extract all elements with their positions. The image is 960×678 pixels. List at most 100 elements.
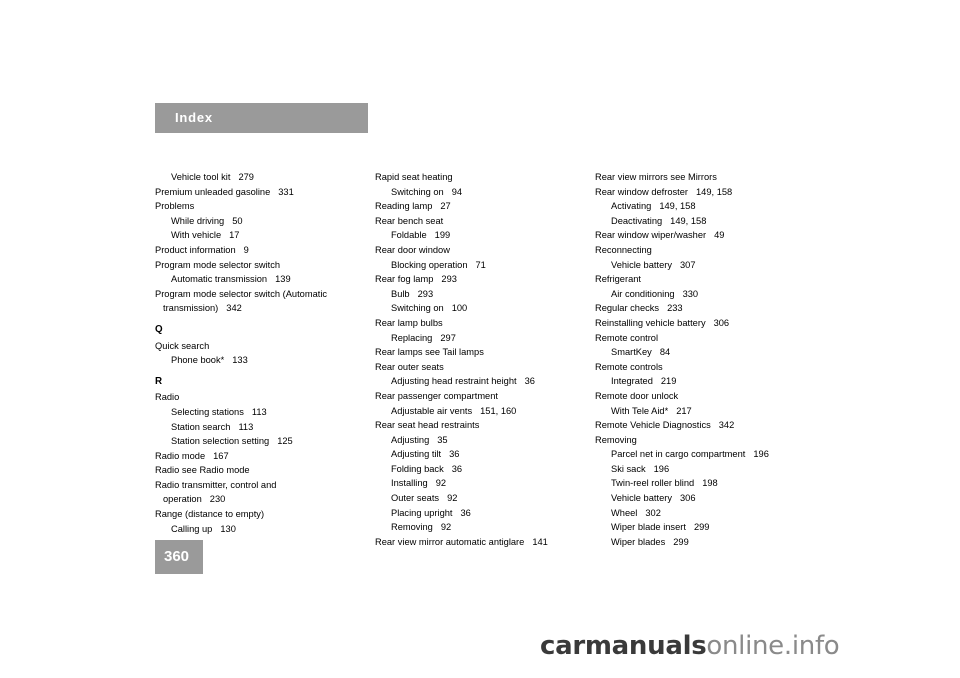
index-entry-page: 35: [437, 434, 448, 445]
index-entry-page: 36: [449, 449, 460, 460]
index-entry-label: Remote controls: [595, 361, 663, 372]
index-entry-label: Adjusting: [391, 434, 430, 445]
index-entry-label: Blocking operation: [391, 259, 468, 270]
index-entry: Switching on 94: [375, 185, 595, 200]
index-entry: Phone book* 133: [155, 353, 375, 368]
index-entry-label: Rear lamp bulbs: [375, 317, 443, 328]
index-entry: Remote control: [595, 331, 815, 346]
index-entry: While driving 50: [155, 214, 375, 229]
index-entry-label: Deactivating: [611, 215, 663, 226]
index-entry-page: 17: [229, 230, 240, 241]
index-entry-label: Radio transmitter, control and: [155, 479, 277, 490]
index-entry-label: Quick search: [155, 340, 210, 351]
index-entry-page: 36: [460, 507, 471, 518]
index-entry: Rear outer seats: [375, 360, 595, 375]
index-entry: Rear passenger compartment: [375, 389, 595, 404]
index-entry-label: SmartKey: [611, 347, 652, 358]
index-entry-label: Remote Vehicle Diagnostics: [595, 420, 711, 431]
index-entry: Adjusting 35: [375, 433, 595, 448]
index-entry: Blocking operation 71: [375, 258, 595, 273]
index-entry-label: Radio see Radio mode: [155, 465, 250, 476]
index-entry-page: 71: [475, 259, 486, 270]
index-entry: Installing 92: [375, 476, 595, 491]
index-entry: Vehicle tool kit 279: [155, 170, 375, 185]
index-entry-label: Vehicle tool kit: [171, 172, 231, 182]
index-entry-page: 141: [532, 536, 548, 547]
index-entry: Radio mode 167: [155, 449, 375, 464]
index-entry: Problems: [155, 199, 375, 214]
index-entry: Reinstalling vehicle battery 306: [595, 316, 815, 331]
index-entry: Vehicle battery 307: [595, 258, 815, 273]
index-entry: Wiper blade insert 299: [595, 520, 815, 535]
index-entry-page: 293: [417, 288, 434, 299]
index-entry-page: 230: [209, 494, 226, 505]
index-entry: Replacing 297: [375, 331, 595, 346]
index-entry-label: Reinstalling vehicle battery: [595, 317, 706, 328]
index-entry-page: 302: [645, 507, 661, 518]
index-entry: Twin-reel roller blind 198: [595, 476, 815, 491]
index-entry: Premium unleaded gasoline 331: [155, 185, 375, 200]
index-entry-page: 299: [693, 522, 710, 533]
index-entry-label: Rear door window: [375, 244, 450, 255]
index-entry-page: 94: [451, 186, 463, 197]
watermark-part3: .info: [783, 631, 840, 661]
index-columns: Vehicle tool kit 279 Premium unleaded gaso…: [155, 170, 815, 549]
index-column-1: Vehicle tool kit 279 Premium unleaded gaso…: [155, 170, 375, 549]
page-number: 360: [164, 548, 190, 565]
index-entry: operation 230: [155, 492, 375, 507]
index-entry-label: Rear view mirrors see Mirrors: [595, 172, 717, 182]
index-entry-label: Rear seat head restraints: [375, 420, 480, 431]
index-entry: Rapid seat heating: [375, 170, 595, 185]
index-entry-page: 50: [232, 215, 243, 226]
index-entry-page: 92: [447, 493, 458, 504]
index-entry: Adjusting head restraint height 36: [375, 374, 595, 389]
index-entry-label: Rear view mirror automatic antiglare: [375, 536, 525, 547]
index-entry-page: 151, 160: [480, 405, 517, 416]
index-entry-label: Program mode selector switch (Automatic: [155, 288, 328, 299]
index-entry-label: Radio: [155, 392, 180, 403]
index-entry-label: Installing: [391, 478, 428, 489]
index-entry: Remote controls: [595, 360, 815, 375]
index-entry-label: Wheel: [611, 507, 638, 518]
index-entry-label: Integrated: [611, 376, 653, 387]
index-entry-label: Switching on: [391, 303, 444, 314]
index-entry: Switching on 100: [375, 301, 595, 316]
index-entry-label: Premium unleaded gasoline: [155, 186, 271, 197]
index-entry: Ski sack 196: [595, 462, 815, 477]
index-entry-label: Wiper blades: [611, 536, 666, 547]
index-entry-label: Twin-reel roller blind: [611, 478, 695, 489]
index-entry: Integrated 219: [595, 374, 815, 389]
index-entry-label: Reconnecting: [595, 244, 652, 255]
index-entry-label: Rear passenger compartment: [375, 390, 498, 401]
page-number-block: 360: [155, 540, 203, 574]
index-entry: Remote Vehicle Diagnostics 342: [595, 418, 815, 433]
watermark-part1: carmanuals: [540, 631, 707, 661]
index-entry: Adjusting tilt 36: [375, 447, 595, 462]
index-entry-label: Adjusting head restraint height: [391, 376, 517, 387]
index-column-2: Rapid seat heating Switching on 94 Reading …: [375, 170, 595, 549]
index-entry-label: Rear lamps see Tail lamps: [375, 347, 484, 358]
index-entry-label: transmission): [163, 303, 219, 314]
index-entry-page: 125: [277, 436, 293, 447]
index-entry: Remote door unlock: [595, 389, 815, 404]
index-entry-label: Phone book*: [171, 355, 225, 366]
index-entry: Wiper blades 299: [595, 535, 815, 550]
index-entry: Outer seats 92: [375, 491, 595, 506]
index-entry-label: Bulb: [391, 288, 410, 299]
index-entry-label: Radio mode: [155, 450, 206, 461]
index-entry-page: 9: [243, 244, 249, 255]
index-entry: Rear window defroster 149, 158: [595, 185, 815, 200]
index-entry: Rear bench seat: [375, 214, 595, 229]
index-entry-label: Folding back: [391, 463, 444, 474]
index-entry-page: 196: [653, 463, 670, 474]
index-entry: Air conditioning 330: [595, 287, 815, 302]
index-entry-page: 167: [213, 450, 229, 461]
index-entry: Rear lamp bulbs: [375, 316, 595, 331]
index-entry-page: 196: [753, 449, 769, 460]
index-entry-page: 133: [232, 355, 248, 366]
index-entry: Regular checks 233: [595, 301, 815, 316]
index-entry: Vehicle battery 306: [595, 491, 815, 506]
index-entry: Selecting stations 113: [155, 405, 375, 420]
index-entry: Folding back 36: [375, 462, 595, 477]
index-entry-label: Ski sack: [611, 463, 646, 474]
